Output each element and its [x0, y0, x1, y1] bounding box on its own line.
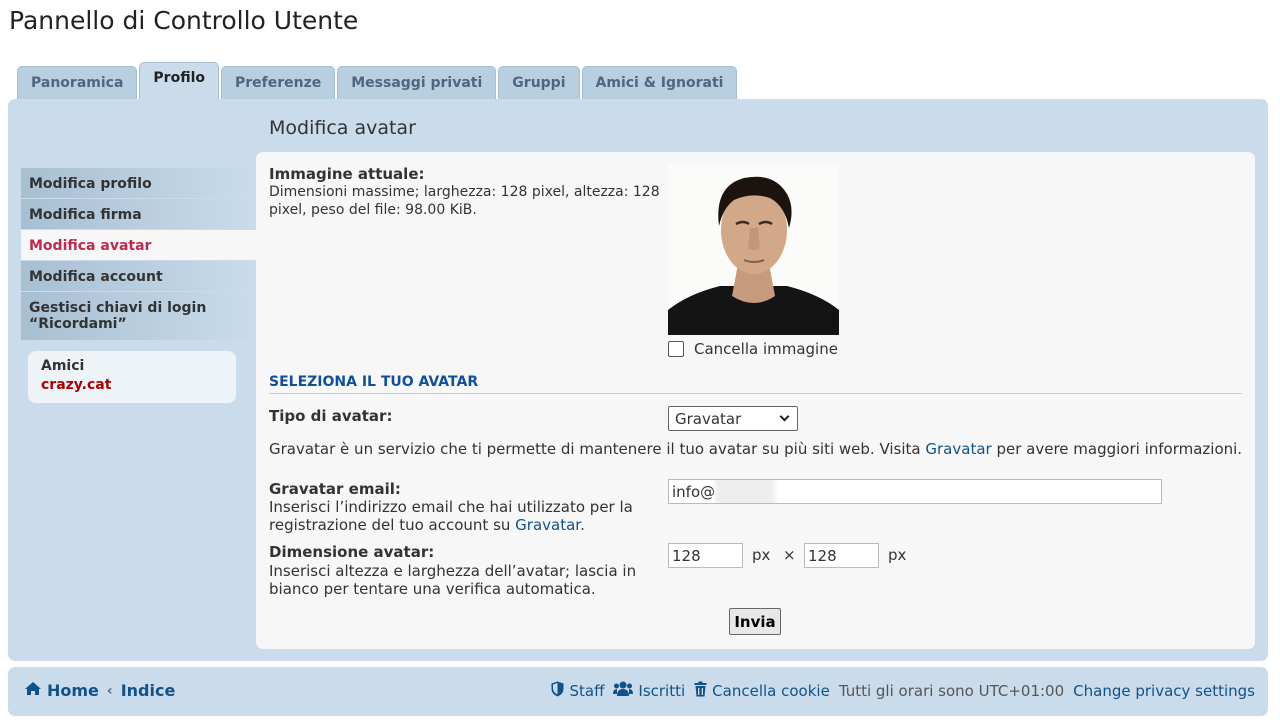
delete-cookies-link[interactable]: Cancella cookie: [694, 681, 830, 701]
current-image-desc: Dimensioni massime; larghezza: 128 pixel…: [269, 184, 660, 218]
tab-preferenze[interactable]: Preferenze: [220, 66, 336, 99]
tab-gruppi[interactable]: Gruppi: [498, 66, 580, 99]
footer-nav: Home ‹ Indice Staff Iscritti Cancella co…: [8, 667, 1268, 716]
footer-links: Staff Iscritti Cancella cookie Tutti gli…: [542, 681, 1255, 701]
gravatar-email-label: Gravatar email:: [269, 480, 401, 498]
index-link[interactable]: Indice: [121, 681, 176, 700]
avatar-image: [668, 164, 839, 335]
submit-button[interactable]: Invia: [729, 608, 781, 635]
gravatar-info: Gravatar è un servizio che ti permette d…: [269, 440, 1249, 458]
tab-bar: Panoramica Profilo Preferenze Messaggi p…: [17, 62, 739, 99]
height-unit: px: [888, 546, 907, 564]
gravatar-info-link[interactable]: Gravatar: [925, 440, 991, 458]
gravatar-email-desc: Inserisci l’indirizzo email che hai util…: [269, 498, 659, 534]
sidebar-item-modifica-avatar[interactable]: Modifica avatar: [21, 230, 256, 260]
shield-icon: [551, 681, 564, 701]
delete-image-checkbox[interactable]: [668, 341, 684, 357]
sidebar-item-chiavi-login[interactable]: Gestisci chiavi di login “Ricordami”: [21, 292, 256, 340]
avatar-height-value: 128: [808, 547, 837, 565]
times-sign: ×: [783, 546, 796, 564]
tab-messaggi-privati[interactable]: Messaggi privati: [337, 66, 497, 99]
current-image-label: Immagine attuale:: [269, 165, 425, 183]
sidebar-item-modifica-account[interactable]: Modifica account: [21, 261, 256, 291]
avatar-type-label: Tipo di avatar:: [269, 407, 393, 425]
sidebar-item-modifica-profilo[interactable]: Modifica profilo: [21, 168, 256, 198]
tab-profilo[interactable]: Profilo: [139, 62, 219, 99]
home-link[interactable]: Home: [47, 681, 99, 700]
breadcrumb-separator: ‹: [106, 682, 113, 699]
tab-amici-ignorati[interactable]: Amici & Ignorati: [581, 66, 738, 99]
staff-label: Staff: [569, 682, 605, 700]
redacted-email-blur: [715, 480, 776, 503]
avatar-type-select[interactable]: Gravatar: [668, 406, 798, 431]
delete-cookies-label: Cancella cookie: [712, 682, 830, 700]
width-unit: px: [752, 546, 771, 564]
delete-image-label: Cancella immagine: [694, 340, 838, 358]
avatar-type-value: Gravatar: [675, 409, 742, 428]
section-title: Modifica avatar: [269, 117, 416, 139]
avatar-size-label: Dimensione avatar:: [269, 543, 435, 561]
friend-link[interactable]: crazy.cat: [41, 377, 223, 393]
breadcrumb: Home ‹ Indice: [24, 681, 175, 700]
chevron-down-icon: [779, 411, 790, 422]
gravatar-email-link[interactable]: Gravatar: [515, 516, 580, 534]
friends-title: Amici: [41, 358, 85, 374]
page-title: Pannello di Controllo Utente: [9, 6, 359, 35]
select-avatar-heading: SELEZIONA IL TUO AVATAR: [269, 374, 479, 390]
tab-panoramica[interactable]: Panoramica: [17, 66, 138, 99]
staff-link[interactable]: Staff: [551, 681, 604, 701]
avatar-form: Immagine attuale: Dimensioni massime; la…: [256, 152, 1255, 649]
section-divider: [269, 393, 1242, 394]
privacy-settings-link[interactable]: Change privacy settings: [1073, 682, 1255, 700]
gravatar-email-input[interactable]: info@: [668, 479, 1162, 504]
gravatar-email-desc-suffix: .: [580, 516, 585, 534]
members-link[interactable]: Iscritti: [613, 681, 685, 701]
avatar-width-value: 128: [672, 547, 701, 565]
members-label: Iscritti: [638, 682, 686, 700]
timezone-info: Tutti gli orari sono UTC+01:00: [838, 682, 1065, 700]
avatar-width-input[interactable]: 128: [668, 543, 743, 568]
gravatar-info-text: Gravatar è un servizio che ti permette d…: [269, 440, 926, 458]
sidebar-menu: Modifica profilo Modifica firma Modifica…: [21, 168, 256, 341]
control-panel: Modifica profilo Modifica firma Modifica…: [8, 99, 1268, 661]
sidebar-item-modifica-firma[interactable]: Modifica firma: [21, 199, 256, 229]
trash-icon: [694, 681, 707, 701]
home-icon: [24, 681, 42, 700]
friends-box: Amici crazy.cat: [28, 351, 236, 403]
delete-image-option[interactable]: Cancella immagine: [668, 340, 838, 358]
gravatar-info-suffix: per avere maggiori informazioni.: [991, 440, 1243, 458]
avatar-size-desc: Inserisci altezza e larghezza dell’avata…: [269, 562, 637, 598]
gravatar-email-value: info@: [672, 483, 716, 501]
users-icon: [613, 681, 634, 701]
avatar-height-input[interactable]: 128: [804, 543, 879, 568]
